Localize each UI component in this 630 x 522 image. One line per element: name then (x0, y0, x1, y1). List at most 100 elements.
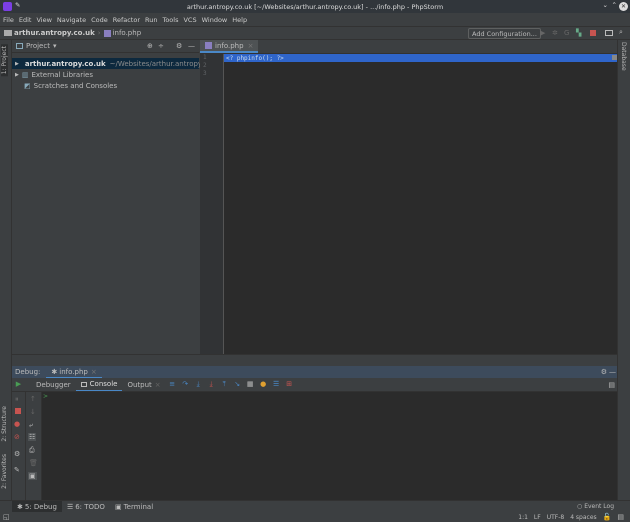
run-icon[interactable]: ▶ (540, 29, 545, 37)
maximize-icon[interactable]: ⌃ (612, 1, 617, 9)
resume-icon[interactable]: ▶ (15, 381, 22, 388)
tool-tab-terminal[interactable]: ▣ Terminal (110, 501, 158, 512)
tab-info-php[interactable]: info.php × (200, 40, 259, 53)
expand-arrow-icon[interactable]: ▶ (15, 72, 19, 78)
tree-item-scratches[interactable]: ◩ Scratches and Consoles (12, 80, 199, 91)
menu-file[interactable]: File (3, 16, 14, 24)
file-encoding[interactable]: UTF-8 (547, 514, 565, 521)
project-view-selector[interactable]: Project (26, 42, 50, 50)
step-over-icon[interactable]: ↷ (182, 381, 189, 388)
panel-splitter[interactable] (12, 354, 617, 366)
line-gutter: 1 2 3 (200, 54, 224, 354)
memory-indicator-icon[interactable]: ▤ (617, 513, 624, 521)
evaluate-icon[interactable]: ▦ (247, 381, 254, 388)
debug-icon[interactable]: ✲ (552, 29, 558, 37)
menu-help[interactable]: Help (232, 16, 247, 24)
tool-tab-todo[interactable]: ☰ 6: TODO (62, 501, 110, 512)
event-log-button[interactable]: ○ Event Log (577, 503, 614, 510)
menu-edit[interactable]: Edit (19, 16, 32, 24)
locate-icon[interactable]: ⊕ (147, 42, 153, 50)
debug-session-tab[interactable]: ✱ info.php × (46, 366, 102, 378)
menu-refactor[interactable]: Refactor (113, 16, 140, 24)
menu-window[interactable]: Window (202, 16, 228, 24)
settings-icon[interactable]: ⚙ (14, 450, 20, 458)
caret-position[interactable]: 1:1 (518, 514, 528, 521)
search-icon[interactable]: ⌕ (619, 28, 623, 37)
minimize-icon[interactable]: ⌄ (603, 1, 608, 9)
project-tool-button[interactable]: 1: Project (1, 44, 8, 77)
indent-setting[interactable]: 4 spaces (570, 514, 596, 521)
down-icon[interactable]: ↓ (30, 408, 36, 416)
list-icon[interactable]: ☰ (273, 381, 280, 388)
pin-icon[interactable]: ✎ (14, 466, 20, 474)
favorites-tool-button[interactable]: 2: Favorites (1, 454, 8, 489)
toggle-tool-windows-icon[interactable]: ◱ (3, 513, 10, 521)
tool-tab-debug[interactable]: ✱ 5: Debug (12, 501, 62, 512)
console-input-icon[interactable]: ▣ (28, 472, 37, 480)
menu-vcs[interactable]: VCS (183, 16, 196, 24)
tree-item-external-libraries[interactable]: ▶ ▥ External Libraries (12, 69, 199, 80)
tab-debugger[interactable]: Debugger (31, 378, 76, 391)
close-tab-icon[interactable]: × (248, 42, 254, 50)
menu-navigate[interactable]: Navigate (57, 16, 86, 24)
chevron-down-icon[interactable]: ▾ (53, 42, 57, 50)
terminal-window-icon[interactable] (605, 30, 613, 36)
menu-tools[interactable]: Tools (162, 16, 178, 24)
pin-icon[interactable]: ✎ (15, 1, 20, 9)
frames-icon[interactable]: ≡ (169, 381, 176, 388)
tab-label: 5: Debug (24, 502, 57, 511)
hide-icon[interactable]: — (188, 42, 195, 50)
tab-output[interactable]: Output × (122, 378, 165, 391)
coverage-icon[interactable]: G (564, 29, 569, 37)
event-log-label: Event Log (584, 503, 614, 510)
stop-icon[interactable] (15, 408, 21, 414)
collapse-all-icon[interactable]: ÷ (158, 42, 164, 50)
menu-view[interactable]: View (36, 16, 51, 24)
left-tool-strip: 1: Project 2: Structure 2: Favorites (0, 40, 12, 500)
add-breakpoint-icon[interactable]: ⊞ (286, 381, 293, 388)
menu-code[interactable]: Code (91, 16, 108, 24)
stop-icon[interactable] (590, 30, 596, 36)
gear-icon[interactable]: ⚙ (601, 368, 607, 376)
layout-icon[interactable]: ▤ (608, 381, 615, 389)
lock-icon[interactable]: 🔓 (603, 513, 612, 521)
expand-arrow-icon[interactable]: ▶ (15, 61, 19, 67)
up-icon[interactable]: ↑ (30, 395, 36, 403)
debug-toolbar: ▶ Debugger Console Output × ≡ ↷ ⤓ ⤓ ⤒ ↘ ▦… (12, 378, 617, 392)
event-log-icon: ○ (576, 503, 583, 510)
tab-console[interactable]: Console (75, 378, 123, 391)
breadcrumb-project[interactable]: arthur.antropy.co.uk (14, 29, 95, 37)
attach-icon[interactable]: ▚ (576, 29, 581, 37)
scroll-to-end-icon[interactable]: ☷ (28, 433, 37, 441)
view-breakpoints-icon[interactable]: ● (14, 420, 20, 428)
hide-icon[interactable]: — (609, 368, 616, 376)
structure-tool-button[interactable]: 2: Structure (1, 406, 8, 442)
status-bar: ◱ 1:1 LF UTF-8 4 spaces 🔓 ▤ (0, 512, 630, 522)
tree-item-label: External Libraries (31, 70, 93, 79)
close-icon[interactable]: ✕ (619, 2, 628, 11)
soft-wrap-icon[interactable]: ⤶ (29, 421, 33, 430)
mute-breakpoints-icon[interactable]: ⊘ (14, 433, 20, 441)
code-line-selected[interactable]: <? phpinfo(); ?> (224, 54, 617, 62)
tree-item-project-root[interactable]: ▶ arthur.antropy.co.uk ~/Websites/arthur… (12, 58, 222, 69)
run-to-cursor-icon[interactable]: ↘ (234, 381, 241, 388)
pause-icon[interactable]: ⏸ (15, 395, 19, 404)
breadcrumb-file[interactable]: info.php (113, 29, 142, 37)
php-file-icon (205, 42, 212, 49)
close-tab-icon[interactable]: × (91, 368, 97, 376)
step-out-icon[interactable]: ⤒ (221, 381, 228, 388)
code-text[interactable]: <? phpinfo(); ?> (226, 55, 284, 62)
print-icon[interactable]: ⎙ (29, 446, 35, 455)
trash-icon[interactable]: 🗑 (29, 459, 38, 467)
add-configuration-button[interactable]: Add Configuration... (468, 28, 541, 39)
console-output[interactable]: > (42, 392, 617, 500)
watch-icon[interactable]: ● (260, 381, 267, 388)
force-step-into-icon[interactable]: ⤓ (208, 381, 215, 388)
inspection-indicator[interactable] (612, 55, 617, 60)
gear-icon[interactable]: ⚙ (176, 42, 182, 50)
close-tab-icon[interactable]: × (155, 381, 161, 389)
line-separator[interactable]: LF (534, 514, 541, 521)
menu-run[interactable]: Run (145, 16, 157, 24)
step-into-icon[interactable]: ⤓ (195, 381, 202, 388)
database-tool-button[interactable]: Database (620, 42, 627, 71)
